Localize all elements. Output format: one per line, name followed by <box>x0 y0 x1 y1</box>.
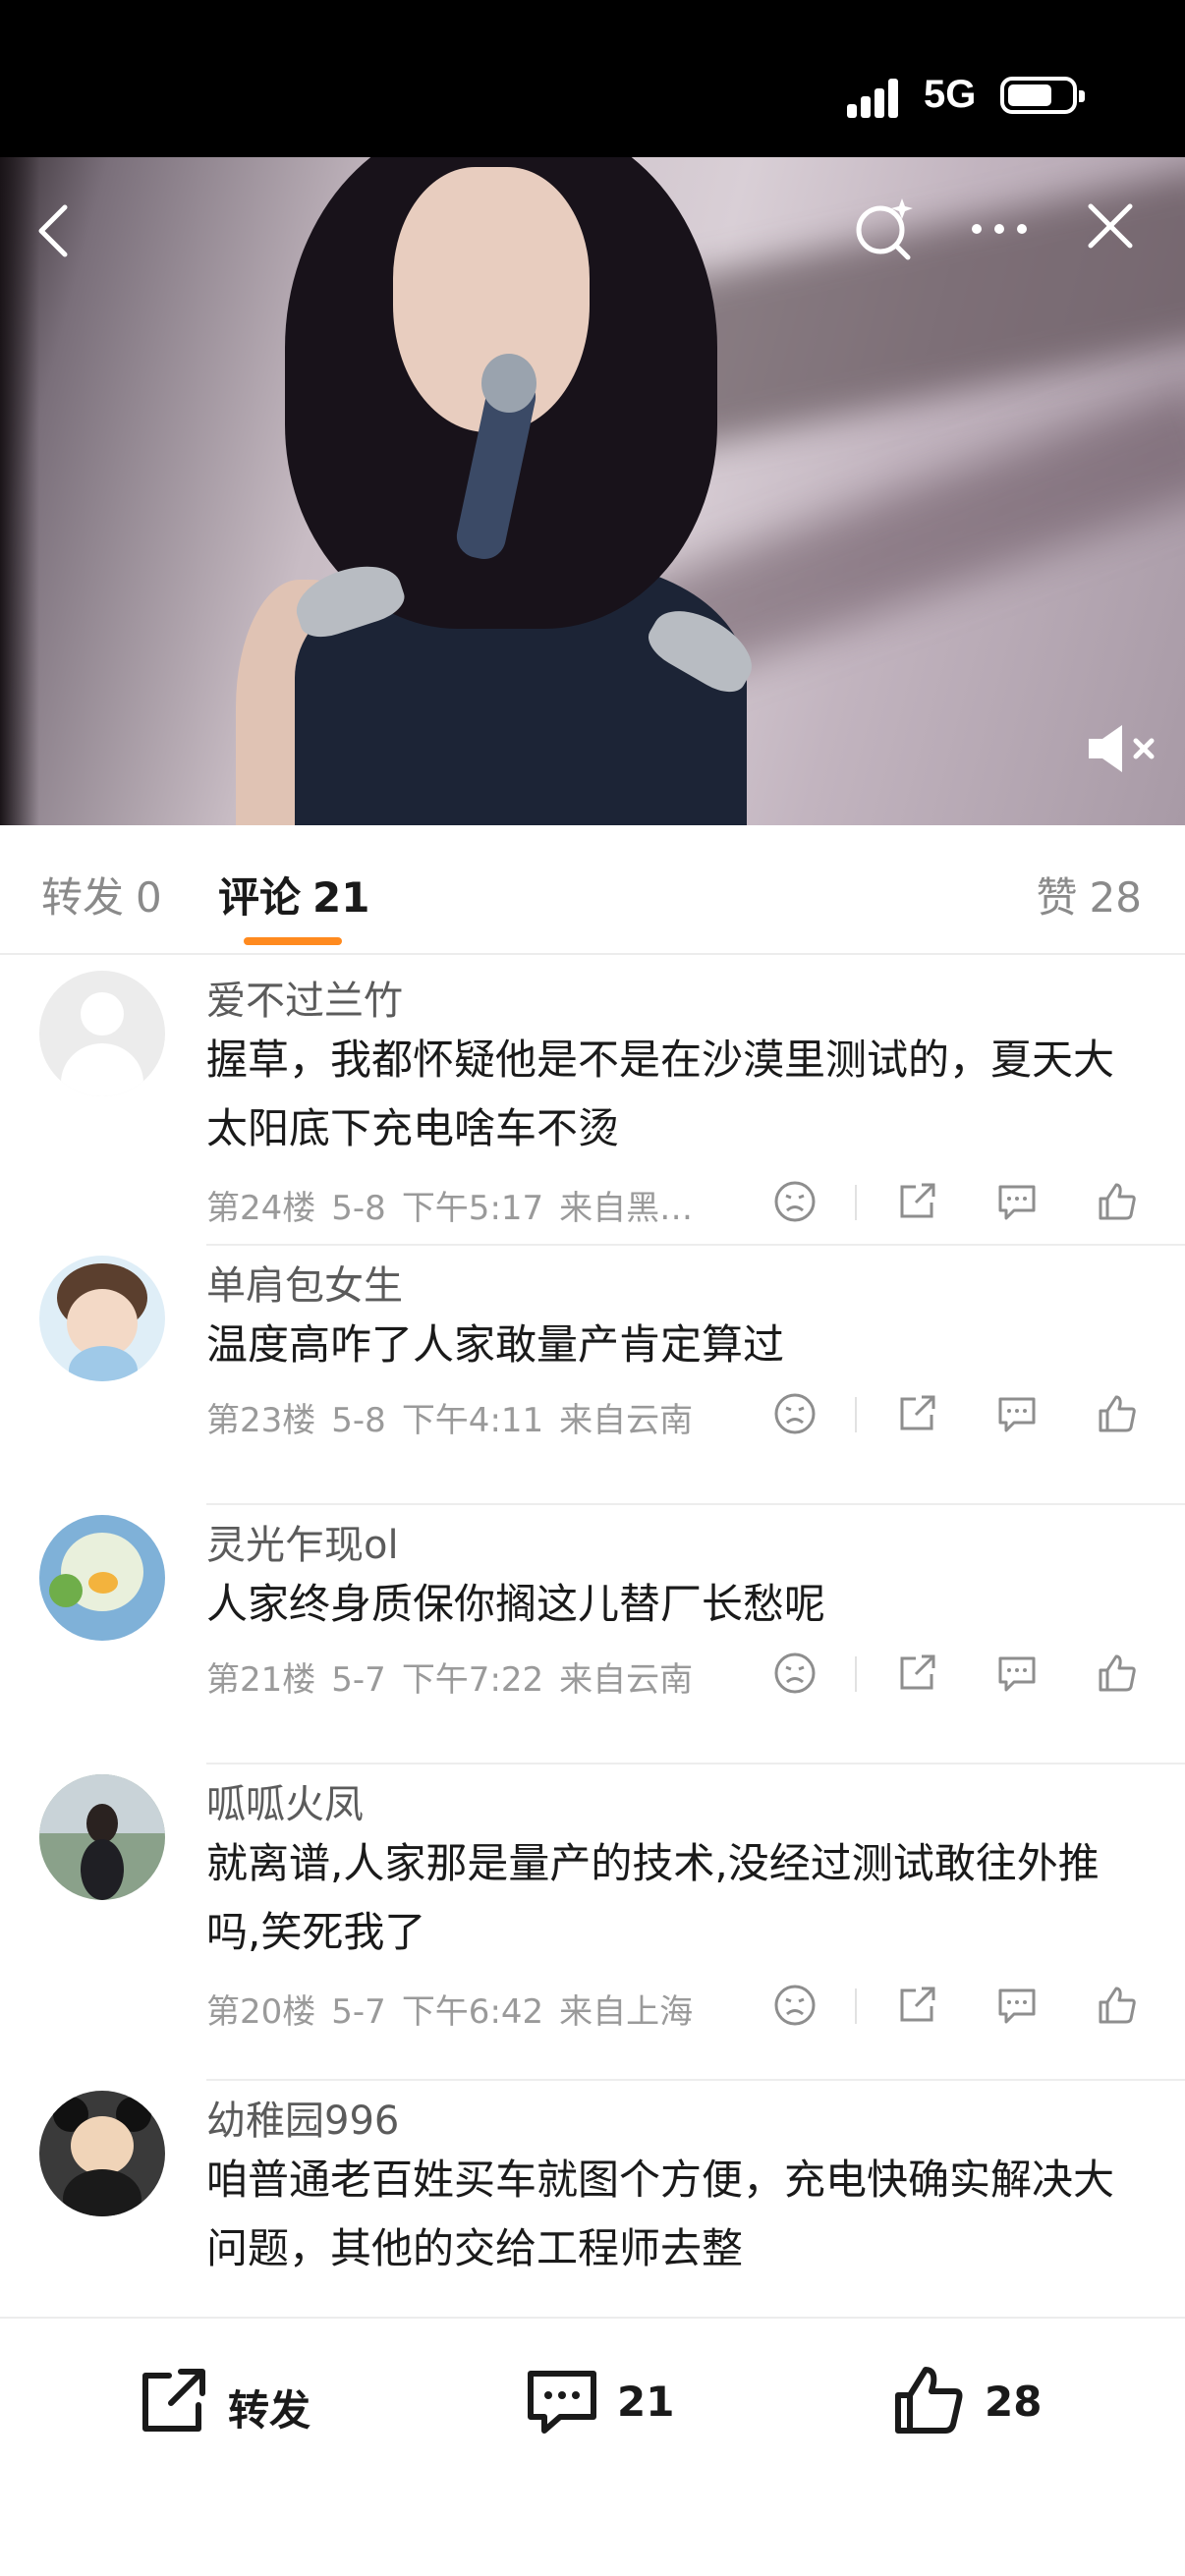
comment-text: 人家终身质保你搁这儿替厂长愁呢 <box>206 1580 826 1628</box>
tab-repost-count: 0 <box>136 873 162 922</box>
mute-icon[interactable] <box>1083 719 1161 778</box>
close-icon[interactable] <box>1081 196 1140 255</box>
comment-location: 来自上海 <box>559 1992 694 2032</box>
comment-actions <box>766 1391 1159 1440</box>
comment-divider <box>206 1763 1185 1764</box>
comment-date: 5-7 <box>331 1992 386 2032</box>
share-icon[interactable] <box>894 1983 939 2028</box>
comment-divider <box>206 2079 1185 2081</box>
comment-time: 下午6:42 <box>401 1992 544 2032</box>
comment-location: 来自云南 <box>559 1401 694 1440</box>
like-icon[interactable] <box>1095 1391 1140 1436</box>
repost-label: 转发 <box>228 2386 311 2435</box>
comment-date: 5-8 <box>331 1189 386 1228</box>
comment-date: 5-7 <box>331 1660 386 1700</box>
comment-floor: 第24楼 <box>206 1189 316 1228</box>
tab-likes-label: 赞 <box>1036 873 1078 922</box>
battery-icon <box>1000 77 1085 114</box>
reply-icon[interactable] <box>994 1179 1040 1224</box>
comment-list[interactable]: 爱不过兰竹 握草，我都怀疑他是不是在沙漠里测试的，夏天大太阳底下充电啥车不烫 第… <box>0 955 1185 2317</box>
bottom-action-bar: 转发 21 28 <box>0 2317 1185 2576</box>
repost-button[interactable]: 转发 <box>134 2362 350 2440</box>
comment-username[interactable]: 幼稚园996 <box>206 2089 399 2146</box>
comment-username[interactable]: 呱呱火凤 <box>206 1772 364 1829</box>
network-label: 5G <box>924 73 977 116</box>
thumbs-up-icon <box>895 2367 963 2434</box>
dislike-face-icon[interactable] <box>772 1651 818 1696</box>
like-button[interactable]: 28 <box>890 2362 1087 2440</box>
comment-location: 来自云南 <box>559 1660 694 1700</box>
comment-actions <box>766 1179 1159 1228</box>
comment-floor: 第20楼 <box>206 1992 316 2032</box>
like-icon[interactable] <box>1095 1651 1140 1696</box>
tab-comment-count: 21 <box>312 873 370 922</box>
active-tab-indicator <box>244 937 342 945</box>
avatar[interactable] <box>39 1515 165 1641</box>
comment-location: 来自黑… <box>559 1189 694 1228</box>
comment-divider <box>206 1503 1185 1505</box>
dislike-face-icon[interactable] <box>772 1391 818 1436</box>
comment-text: 温度高咋了人家敢量产肯定算过 <box>206 1320 785 1369</box>
comment-floor: 第23楼 <box>206 1401 316 1440</box>
comment-meta: 第20楼 5-7 下午6:42 来自上海 <box>206 1985 708 2033</box>
comment-meta: 第24楼 5-8 下午5:17 来自黑… <box>206 1181 708 1229</box>
tab-comment-label: 评论 <box>218 873 302 922</box>
status-bar: 5G <box>0 0 1185 157</box>
tab-repost[interactable]: 转发 0 <box>41 865 162 924</box>
tab-likes-count: 28 <box>1089 873 1142 922</box>
comment-username[interactable]: 单肩包女生 <box>206 1254 403 1311</box>
comment-meta: 第21楼 5-7 下午7:22 来自云南 <box>206 1652 708 1701</box>
share-icon[interactable] <box>894 1179 939 1224</box>
comment-time: 下午4:11 <box>401 1401 544 1440</box>
signal-icon <box>847 75 910 118</box>
reply-icon[interactable] <box>994 1391 1040 1436</box>
comment-actions <box>766 1651 1159 1700</box>
avatar[interactable] <box>39 1256 165 1381</box>
more-icon[interactable] <box>965 204 1034 253</box>
reply-icon[interactable] <box>994 1651 1040 1696</box>
reply-icon[interactable] <box>994 1983 1040 2028</box>
tab-comment[interactable]: 评论 21 <box>218 865 369 924</box>
search-star-icon[interactable] <box>851 195 920 263</box>
share-icon[interactable] <box>894 1391 939 1436</box>
tab-likes[interactable]: 赞 28 <box>1037 865 1142 924</box>
comment-count: 21 <box>617 2378 675 2426</box>
comment-divider <box>206 1244 1185 1246</box>
comment-text: 握草，我都怀疑他是不是在沙漠里测试的，夏天大太阳底下充电啥车不烫 <box>206 1036 1115 1152</box>
like-icon[interactable] <box>1095 1983 1140 2028</box>
dislike-face-icon[interactable] <box>772 1983 818 2028</box>
avatar[interactable] <box>39 1774 165 1900</box>
share-icon[interactable] <box>894 1651 939 1696</box>
comment-icon <box>528 2371 596 2434</box>
avatar[interactable] <box>39 971 165 1096</box>
video-player[interactable] <box>0 157 1185 825</box>
comment-text: 咱普通老百姓买车就图个方便，充电快确实解决大问题，其他的交给工程师去整 <box>206 2156 1115 2272</box>
tab-bar: 转发 0 评论 21 赞 28 <box>0 825 1185 955</box>
comment-username[interactable]: 爱不过兰竹 <box>206 969 403 1026</box>
comment-username[interactable]: 灵光乍现ol <box>206 1513 399 1570</box>
like-icon[interactable] <box>1095 1179 1140 1224</box>
avatar[interactable] <box>39 2091 165 2216</box>
comment-time: 下午5:17 <box>401 1189 544 1228</box>
like-count: 28 <box>985 2378 1043 2426</box>
dislike-face-icon[interactable] <box>772 1179 818 1224</box>
comment-floor: 第21楼 <box>206 1660 316 1700</box>
tab-repost-label: 转发 <box>41 873 125 922</box>
comment-date: 5-8 <box>331 1401 386 1440</box>
comment-meta: 第23楼 5-8 下午4:11 来自云南 <box>206 1393 708 1441</box>
repost-icon <box>142 2369 205 2432</box>
comment-text: 就离谱,人家那是量产的技术,没经过测试敢往外推吗,笑死我了 <box>206 1839 1100 1956</box>
comment-actions <box>766 1983 1159 2032</box>
back-icon[interactable] <box>29 201 79 260</box>
comment-time: 下午7:22 <box>401 1660 544 1700</box>
comment-button[interactable]: 21 <box>523 2362 719 2440</box>
